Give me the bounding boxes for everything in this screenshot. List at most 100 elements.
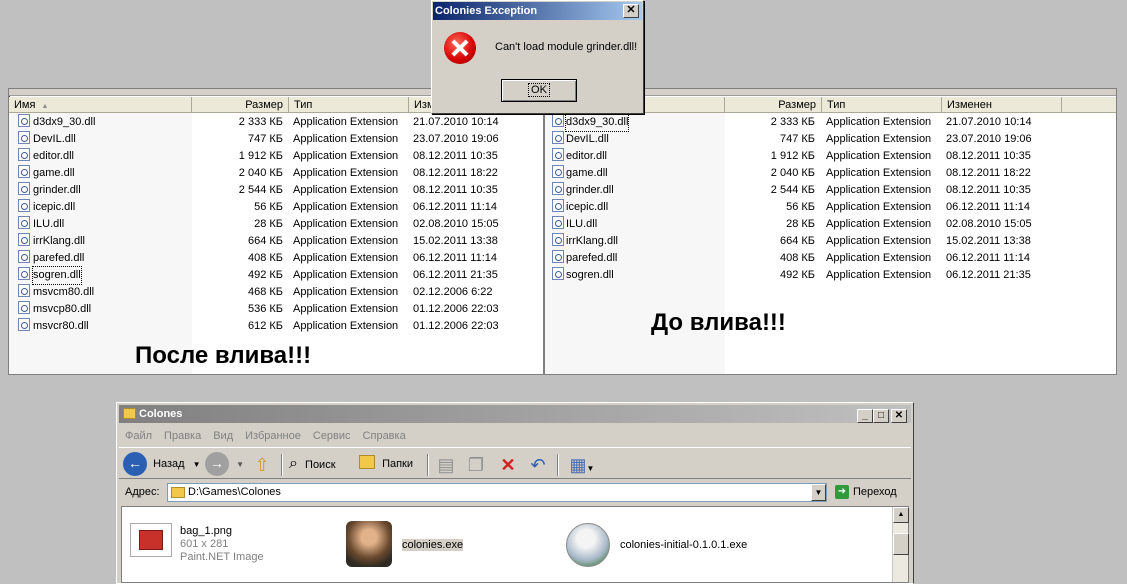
file-row[interactable]: parefed.dll 408 КБ Application Extension 06… bbox=[545, 250, 1116, 267]
file-row[interactable]: sogren.dll 492 КБ Application Extension 06.… bbox=[545, 267, 1116, 284]
file-name: sogren.dll bbox=[32, 266, 82, 285]
file-row[interactable]: game.dll 2 040 КБ Application Extension 08.… bbox=[9, 165, 543, 182]
address-label: Адрес: bbox=[125, 486, 160, 498]
dll-file-icon bbox=[18, 284, 30, 297]
column-header-type[interactable]: Тип bbox=[289, 97, 409, 113]
views-icon[interactable]: ▦▼ bbox=[565, 454, 599, 476]
file-name-text: DevIL.dll bbox=[33, 133, 76, 145]
file-type: Application Extension bbox=[293, 286, 399, 298]
folders-button[interactable]: Папки bbox=[359, 452, 413, 476]
dll-file-icon bbox=[552, 267, 564, 280]
dll-file-icon bbox=[18, 250, 30, 263]
address-input[interactable]: D:\Games\Colones bbox=[167, 483, 827, 502]
menu-item[interactable]: Сервис bbox=[307, 427, 357, 446]
file-row[interactable]: msvcp80.dll 536 КБ Application Extension 01… bbox=[9, 301, 543, 318]
column-header-modified[interactable]: Изменен bbox=[942, 97, 1062, 113]
file-type: Application Extension bbox=[826, 116, 932, 128]
copy-to-icon[interactable]: ❐ bbox=[465, 454, 487, 476]
file-name-text: icepic.dll bbox=[33, 201, 76, 213]
file-size: 28 КБ bbox=[254, 218, 283, 230]
file-name: editor.dll bbox=[33, 148, 74, 165]
back-button[interactable]: ← Назад ▼ bbox=[123, 452, 201, 477]
dll-file-icon bbox=[552, 114, 564, 127]
file-type: Application Extension bbox=[293, 218, 399, 230]
file-row[interactable]: irrKlang.dll 664 КБ Application Extension 1… bbox=[545, 233, 1116, 250]
file-row[interactable]: ILU.dll 28 КБ Application Extension 02.08.2… bbox=[9, 216, 543, 233]
file-row[interactable]: ILU.dll 28 КБ Application Extension 02.08.2… bbox=[545, 216, 1116, 233]
search-icon: ⌕ bbox=[289, 455, 298, 472]
column-header-name[interactable]: Имя ▲ bbox=[9, 97, 192, 113]
dialog-close-button[interactable]: ✕ bbox=[623, 4, 639, 18]
error-icon bbox=[444, 32, 476, 64]
dll-file-icon bbox=[18, 199, 30, 212]
delete-icon[interactable]: ✕ bbox=[497, 454, 519, 476]
file-modified: 23.07.2010 19:06 bbox=[946, 133, 1032, 145]
file-type: Application Extension bbox=[293, 133, 399, 145]
file-name-text: msvcr80.dll bbox=[33, 320, 89, 332]
file-modified: 15.02.2011 13:38 bbox=[946, 235, 1031, 247]
close-button[interactable]: ✕ bbox=[891, 409, 907, 423]
move-to-icon[interactable]: ▤ bbox=[435, 454, 457, 476]
file-name: grinder.dll bbox=[33, 182, 81, 199]
file-modified: 02.12.2006 6:22 bbox=[413, 286, 493, 298]
column-header-size[interactable]: Размер bbox=[725, 97, 822, 113]
file-name: game.dll bbox=[566, 165, 608, 182]
file-row[interactable]: sogren.dll 492 КБ Application Extension 06.… bbox=[9, 266, 543, 285]
file-row[interactable]: parefed.dll 408 КБ Application Extension 06… bbox=[9, 250, 543, 267]
file-row[interactable]: grinder.dll 2 544 КБ Application Extension… bbox=[9, 182, 543, 199]
up-folder-icon[interactable]: ⇧ bbox=[251, 454, 273, 476]
ok-button[interactable]: OK bbox=[501, 79, 577, 102]
file-row[interactable]: msvcr80.dll 612 КБ Application Extension 01… bbox=[9, 318, 543, 335]
file-name: parefed.dll bbox=[566, 250, 617, 267]
go-button[interactable]: ➜ Переход bbox=[835, 483, 897, 502]
error-dialog: Colonies Exception ✕ Can't load module g… bbox=[431, 0, 644, 114]
file-name-text: grinder.dll bbox=[33, 184, 81, 196]
file-row[interactable]: game.dll 2 040 КБ Application Extension 08.… bbox=[545, 165, 1116, 182]
file-name: msvcr80.dll bbox=[33, 318, 89, 335]
paint-image-icon bbox=[130, 523, 172, 557]
column-header-size[interactable]: Размер bbox=[192, 97, 289, 113]
minimize-button[interactable]: _ bbox=[857, 409, 873, 423]
scroll-up-icon[interactable]: ▲ bbox=[893, 507, 909, 523]
file-size: 2 040 КБ bbox=[238, 167, 283, 179]
menu-item[interactable]: Вид bbox=[207, 427, 239, 446]
dll-file-icon bbox=[552, 182, 564, 195]
file-row[interactable]: editor.dll 1 912 КБ Application Extension 0… bbox=[9, 148, 543, 165]
chevron-down-icon: ▼ bbox=[192, 460, 201, 469]
address-dropdown-button[interactable]: ▼ bbox=[811, 484, 826, 501]
file-modified: 08.12.2011 10:35 bbox=[946, 150, 1031, 162]
column-header-type[interactable]: Тип bbox=[822, 97, 942, 113]
file-row[interactable]: icepic.dll 56 КБ Application Extension 06.1… bbox=[545, 199, 1116, 216]
search-button[interactable]: ⌕ Поиск bbox=[289, 452, 336, 476]
file-row[interactable]: msvcm80.dll 468 КБ Application Extension 02… bbox=[9, 284, 543, 301]
menu-item[interactable]: Избранное bbox=[239, 427, 307, 446]
dll-file-icon bbox=[18, 165, 30, 178]
file-modified: 06.12.2011 21:35 bbox=[413, 269, 498, 281]
toolbar-separator bbox=[281, 454, 283, 476]
menu-item[interactable]: Правка bbox=[158, 427, 207, 446]
file-modified: 21.07.2010 10:14 bbox=[946, 116, 1032, 128]
file-row[interactable]: icepic.dll 56 КБ Application Extension 06.1… bbox=[9, 199, 543, 216]
file-name-text: parefed.dll bbox=[33, 252, 85, 264]
file-row[interactable]: grinder.dll 2 544 КБ Application Extension… bbox=[545, 182, 1116, 199]
maximize-button[interactable]: □ bbox=[873, 409, 889, 423]
scroll-thumb[interactable] bbox=[893, 533, 909, 555]
file-row[interactable]: editor.dll 1 912 КБ Application Extension 0… bbox=[545, 148, 1116, 165]
forward-button[interactable]: → ▼ bbox=[205, 452, 244, 477]
file-modified: 06.12.2011 11:14 bbox=[413, 252, 498, 264]
file-type: Application Extension bbox=[826, 133, 932, 145]
menu-item[interactable]: Справка bbox=[357, 427, 412, 446]
menu-item[interactable]: Файл bbox=[119, 427, 158, 446]
vertical-scrollbar[interactable]: ▲ bbox=[892, 507, 909, 582]
file-row[interactable]: DevIL.dll 747 КБ Application Extension 23.0… bbox=[545, 131, 1116, 148]
caption-after: После влива!!! bbox=[135, 342, 312, 369]
file-row[interactable]: DevIL.dll 747 КБ Application Extension 23.0… bbox=[9, 131, 543, 148]
file-row[interactable]: irrKlang.dll 664 КБ Application Extension 1… bbox=[9, 233, 543, 250]
dll-file-icon bbox=[552, 216, 564, 229]
undo-icon[interactable]: ↶ bbox=[527, 454, 549, 476]
file-modified: 21.07.2010 10:14 bbox=[413, 116, 499, 128]
file-row[interactable]: d3dx9_30.dll 2 333 КБ Application Extensio… bbox=[545, 113, 1116, 132]
file-row[interactable]: d3dx9_30.dll 2 333 КБ Application Extensio… bbox=[9, 114, 543, 131]
file-modified: 01.12.2006 22:03 bbox=[413, 303, 499, 315]
file-name: grinder.dll bbox=[566, 182, 614, 199]
